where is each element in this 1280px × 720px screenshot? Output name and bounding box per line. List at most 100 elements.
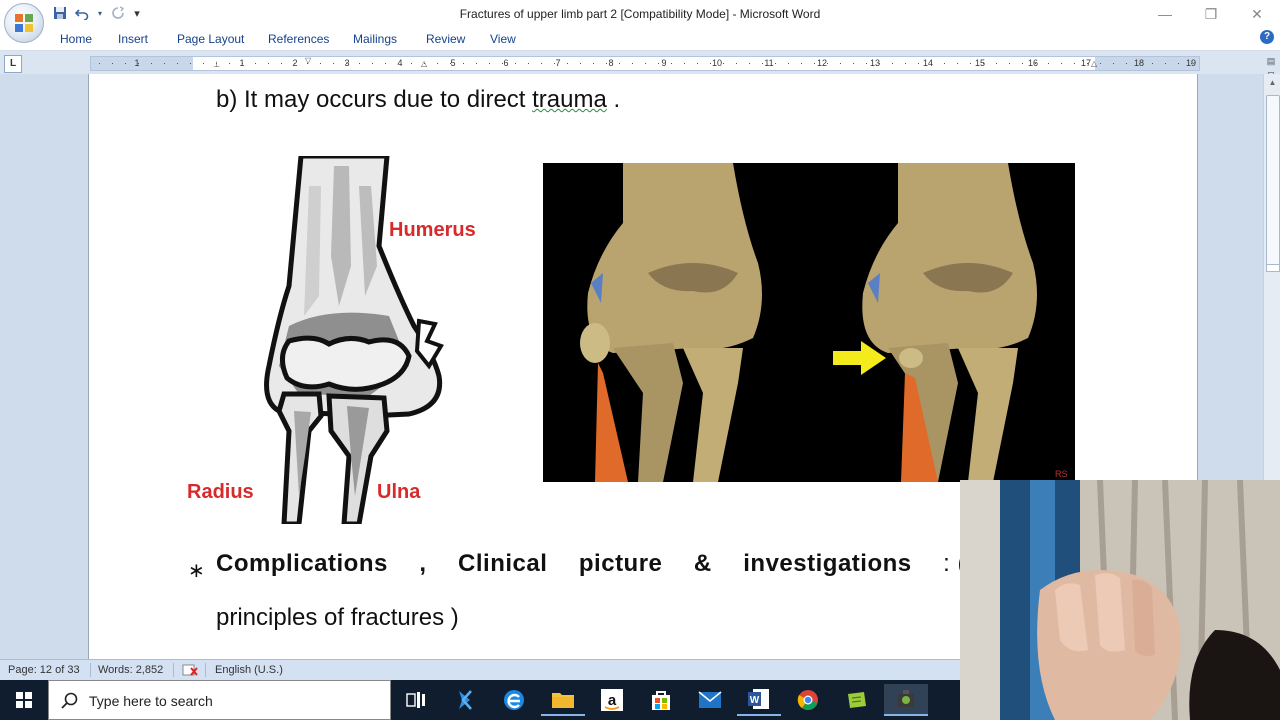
word-app-icon[interactable]: W [737,684,781,716]
tab-view[interactable]: View [490,32,516,46]
ruler-tick [905,63,906,64]
chrome-icon[interactable] [786,684,830,716]
right-indent-marker[interactable]: △ [1091,59,1097,68]
ruler-tick [203,63,204,64]
office-logo-icon [15,14,33,32]
start-button[interactable] [0,680,48,720]
file-explorer-icon[interactable] [541,684,585,716]
windows-logo-icon [16,692,32,708]
ruler-tick [190,63,191,64]
ruler-tick [684,63,685,64]
ruler-number: 6 [503,58,509,68]
status-divider [205,663,206,677]
ruler-tick [281,63,282,64]
ruler-tick [671,63,672,64]
visual-studio-icon[interactable] [443,684,487,716]
close-button[interactable]: ✕ [1234,0,1280,28]
ruler-right-margin [1095,57,1199,70]
tab-references[interactable]: References [268,32,329,46]
amazon-icon[interactable]: a [590,684,634,716]
complications-heading: Complications , Clinical picture & inves… [216,550,966,578]
task-view-icon[interactable] [394,684,438,716]
heading-word: investigations [743,550,912,577]
ruler-tick [541,63,542,64]
tab-home[interactable]: Home [60,32,92,46]
view-ruler-icon[interactable]: ▤ [1265,55,1277,67]
ruler-tick [1100,63,1101,64]
ruler-tick [528,63,529,64]
ruler-tick [398,63,399,64]
ruler-tick [723,63,724,64]
left-indent-marker[interactable]: ⊥ [213,60,220,69]
spelling-check-icon[interactable] [182,664,198,680]
tab-insert[interactable]: Insert [118,32,148,46]
ruler-tick [1191,63,1192,64]
first-line-indent-marker[interactable]: ▽ [305,56,311,65]
ruler-tick [385,63,386,64]
tab-review[interactable]: Review [426,32,465,46]
ruler-tick [1126,63,1127,64]
ruler-tick [606,63,607,64]
bullet-symbol: ∗ [188,560,205,582]
ruler-tick [1113,63,1114,64]
ruler-tick [125,63,126,64]
edge-browser-icon[interactable] [492,684,536,716]
spellcheck-word: trauma [532,86,607,113]
ruler-tick [424,63,425,64]
label-radius: Radius [187,481,254,503]
ruler-tick [658,63,659,64]
ruler-tick [762,63,763,64]
horizontal-ruler[interactable]: 1 1 2 3 4 5 6 7 8 9 10 11 12 13 14 15 16… [90,56,1200,71]
ruler-tick [255,63,256,64]
ruler-tick [710,63,711,64]
taskbar-search-box[interactable]: Type here to search [48,680,391,720]
title-bar: ▾ ▾ Fractures of upper limb part 2 [Comp… [0,0,1280,28]
document-line-principles: principles of fractures ) [216,604,459,631]
webcam-video-feed [960,480,1280,720]
ruler-tick [736,63,737,64]
page-count[interactable]: Page: 12 of 33 [8,664,80,676]
status-divider [173,663,174,677]
mail-icon[interactable] [688,684,732,716]
ruler-number: 9 [661,58,667,68]
image-signature: RS [1055,469,1068,479]
scrollbar-thumb[interactable] [1266,95,1280,267]
tab-page-layout[interactable]: Page Layout [177,32,244,46]
webcam-overlay [960,480,1280,720]
ruler-tick [1087,63,1088,64]
elbow-bone-diagram [264,156,444,524]
language-indicator[interactable]: English (U.S.) [215,664,283,676]
word-count[interactable]: Words: 2,852 [98,664,163,676]
ruler-number: 8 [608,58,614,68]
ruler-tick [1139,63,1140,64]
elbow-illustration-image: RS [543,163,1075,482]
minimize-button[interactable]: — [1142,0,1188,28]
media-app-icon[interactable] [884,684,928,716]
ruler-tick [931,63,932,64]
ruler-tick [437,63,438,64]
ruler-tick [346,63,347,64]
ruler-tick [320,63,321,64]
ruler-tick [645,63,646,64]
tab-mailings[interactable]: Mailings [353,32,397,46]
help-icon[interactable]: ? [1260,30,1274,44]
heading-word: Clinical [458,550,548,577]
ruler-tick [112,63,113,64]
office-button[interactable] [4,3,44,43]
ruler-tick [749,63,750,64]
ruler-tick [697,63,698,64]
tab-selector-button[interactable]: L [4,55,22,73]
ruler-tick [840,63,841,64]
ruler-bar: L 1 1 2 3 4 5 6 7 8 9 10 11 12 13 14 15 … [0,51,1280,74]
ruler-tick [411,63,412,64]
ruler-tick [489,63,490,64]
restore-button[interactable]: ❐ [1188,0,1234,28]
store-icon[interactable] [639,684,683,716]
scroll-up-arrow-icon[interactable]: ▲ [1264,74,1280,91]
ruler-tick [1165,63,1166,64]
label-humerus: Humerus [389,219,476,241]
window-title: Fractures of upper limb part 2 [Compatib… [459,7,821,21]
ruler-tick [1178,63,1179,64]
ruler-tick [788,63,789,64]
green-app-icon[interactable] [835,684,879,716]
